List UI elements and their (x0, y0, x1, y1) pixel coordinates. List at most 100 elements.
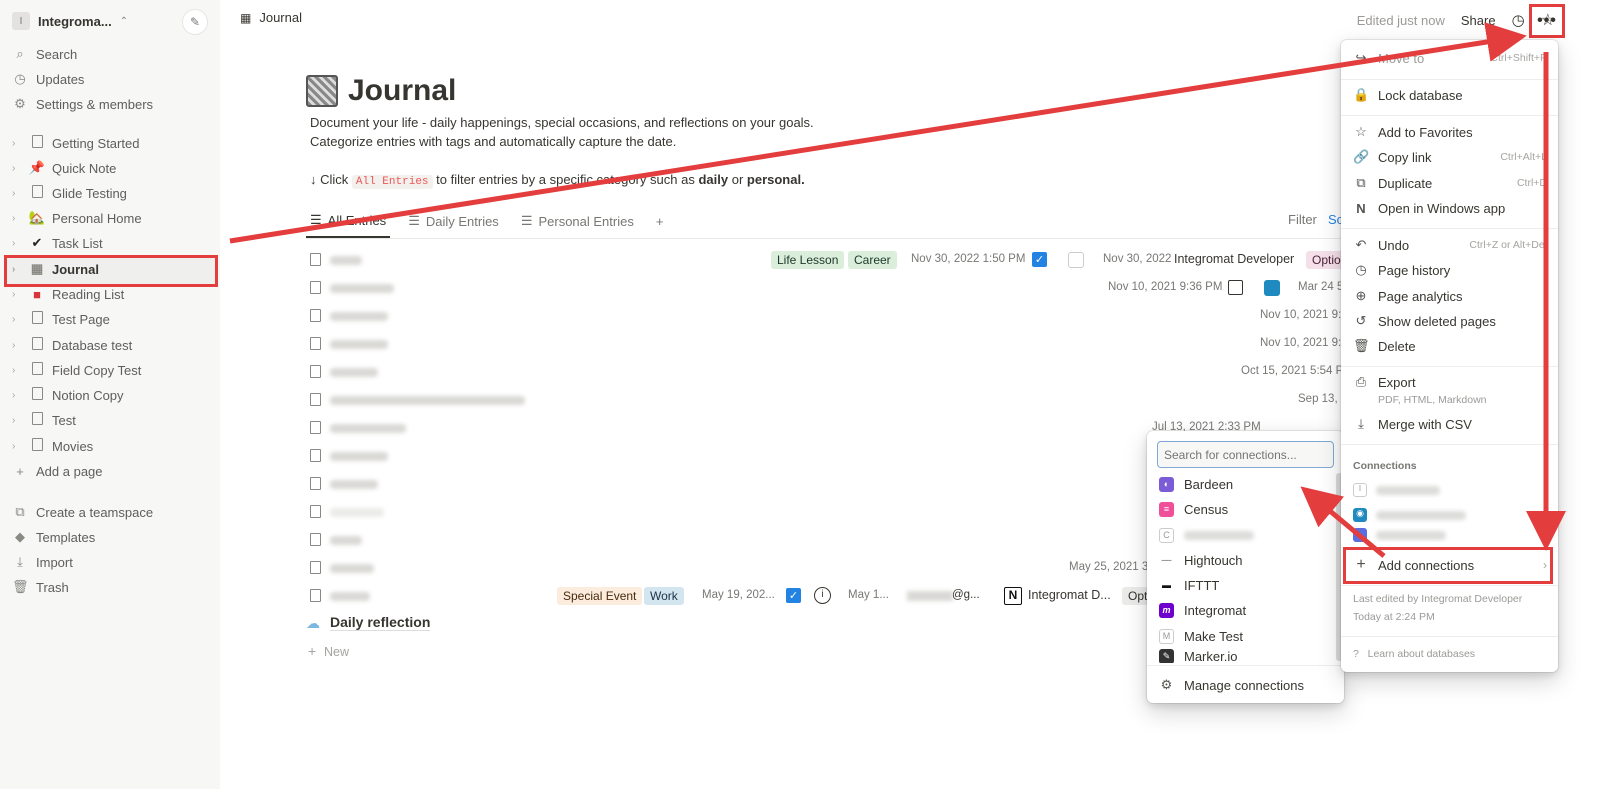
menu-item-undo[interactable]: ↶ Undo Ctrl+Z or Alt+Del (1353, 233, 1553, 257)
connections-search-input[interactable] (1157, 441, 1334, 468)
manage-connections-button[interactable]: ⚙ Manage connections (1159, 673, 1304, 697)
add-connections-highlight-box (1343, 547, 1553, 584)
sidebar-trash[interactable]: 🗑 Trash (12, 575, 69, 599)
tab-daily-entries[interactable]: ☰ Daily Entries (404, 208, 503, 238)
created-time: May 19, 202... (702, 589, 775, 601)
table-row[interactable]: Life Lesson Career Nov 30, 2022 1:50 PM … (306, 247, 1347, 273)
sidebar-item-reading-list[interactable]: › ■ Reading List (12, 282, 124, 306)
table-row[interactable]: Nov 10, 2021 9:3 (306, 303, 1348, 329)
chevron-right-icon[interactable]: › (12, 238, 22, 249)
tab-all-entries[interactable]: ☰ All Entries (306, 208, 391, 238)
chevron-right-icon[interactable]: › (12, 163, 22, 174)
menu-item-page-analytics[interactable]: ⊕ Page analytics › (1353, 284, 1553, 308)
arrow-icon: ↪ (1355, 50, 1367, 65)
chevron-right-icon[interactable]: › (12, 138, 22, 149)
chevron-right-icon[interactable]: › (12, 340, 22, 351)
new-page-button[interactable]: ✎ (182, 9, 208, 35)
checkbox[interactable]: ✓ (786, 588, 801, 603)
connection-existing-1[interactable]: I › (1353, 478, 1553, 502)
share-button[interactable]: Share (1461, 13, 1496, 28)
menu-label: Show deleted pages (1378, 313, 1496, 329)
table-row[interactable]: Nov 10, 2021 9:3 (306, 331, 1348, 357)
chevron-right-icon[interactable]: › (12, 415, 22, 426)
sidebar-item-task-list[interactable]: › ✔ Task List (12, 231, 103, 255)
table-row[interactable]: Sep 13, 2 (306, 387, 1347, 413)
connection-item-blurred[interactable]: C (1159, 523, 1254, 547)
menu-item-lock-database[interactable]: 🔒 Lock database (1353, 83, 1553, 107)
menu-item-delete[interactable]: 🗑 Delete (1353, 334, 1553, 358)
chevron-right-icon[interactable]: › (12, 289, 22, 300)
menu-item-copy-link[interactable]: 🔗 Copy link Ctrl+Alt+L (1353, 145, 1553, 169)
menu-label: Add to Favorites (1378, 124, 1473, 140)
menu-item-page-history[interactable]: ◷ Page history (1353, 258, 1553, 282)
filter-button[interactable]: Filter (1288, 212, 1317, 227)
chevron-right-icon[interactable]: › (12, 188, 22, 199)
journal-icon: ▦ (30, 261, 44, 276)
connection-item-integromat[interactable]: m Integromat (1159, 598, 1246, 622)
connection-item-bardeen[interactable]: ◐ Bardeen (1159, 472, 1233, 496)
menu-item-merge-csv[interactable]: ⤓ Merge with CSV (1353, 412, 1553, 436)
sidebar-item-personal-home[interactable]: › 🏡 Personal Home (12, 206, 142, 230)
chevron-right-icon[interactable]: › (12, 441, 22, 452)
more-options-button[interactable]: ••• (1529, 4, 1565, 38)
menu-item-export[interactable]: ⎙ Export (1353, 370, 1553, 394)
bardeen-icon: ◐ (1159, 476, 1174, 492)
divider (306, 238, 1356, 239)
blurred-title (330, 396, 525, 405)
connection-item-ifttt[interactable]: ▬ IFTTT (1159, 573, 1219, 597)
sidebar-item-quick-note[interactable]: › 📌 Quick Note (12, 156, 116, 180)
sidebar-create-teamspace[interactable]: ⧉ Create a teamspace (12, 500, 153, 524)
sidebar-item-database-test[interactable]: › Database test (12, 333, 132, 357)
menu-item-show-deleted-pages[interactable]: ↺ Show deleted pages (1353, 309, 1553, 333)
sidebar-item-journal[interactable]: › ▦ Journal (12, 257, 99, 281)
table-row[interactable]: Nov 10, 2021 9:36 PM Mar 24 5 (306, 275, 1346, 301)
menu-item-add-to-favorites[interactable]: ☆ Add to Favorites (1353, 120, 1553, 144)
sidebar-templates[interactable]: ◆ Templates (12, 525, 95, 549)
sidebar-item-label: Getting Started (52, 135, 140, 151)
checkmark-icon: ✔ (31, 235, 43, 250)
page-icon (310, 281, 321, 294)
menu-item-move-to[interactable]: ↪ Move to Ctrl+Shift+P (1353, 46, 1553, 70)
sidebar-item-test-page[interactable]: › Test Page (12, 307, 110, 331)
sidebar-item-label: Search (36, 46, 78, 62)
chevron-right-icon[interactable]: › (12, 365, 22, 376)
connection-item-census[interactable]: ≡ Census (1159, 497, 1228, 521)
sidebar-item-notion-copy[interactable]: › Notion Copy (12, 383, 124, 407)
chevron-right-icon[interactable]: › (12, 213, 22, 224)
sidebar-item-test[interactable]: › Test (12, 408, 76, 432)
add-view-button[interactable]: + (652, 208, 668, 238)
breadcrumb[interactable]: ▦ Journal (240, 10, 302, 25)
sidebar-search[interactable]: ⌕ Search (12, 42, 77, 66)
journal-icon[interactable] (306, 75, 338, 107)
workspace-switcher[interactable]: I Integroma... ⌃ (12, 8, 128, 34)
sidebar-item-movies[interactable]: › Movies (12, 434, 93, 458)
sidebar-item-field-copy-test[interactable]: › Field Copy Test (12, 358, 141, 382)
sidebar-item-getting-started[interactable]: › Getting Started (12, 131, 139, 155)
tab-personal-entries[interactable]: ☰ Personal Entries (517, 208, 638, 238)
history-clock-icon[interactable]: ◷ (1512, 11, 1525, 29)
menu-item-open-windows-app[interactable]: N Open in Windows app (1353, 196, 1553, 220)
chevron-right-icon[interactable]: › (12, 314, 22, 325)
connection-existing-2[interactable]: ◉ › (1353, 503, 1553, 527)
sidebar-updates[interactable]: ◷ Updates (12, 67, 84, 91)
sidebar-import[interactable]: ⤓ Import (12, 550, 73, 574)
checkbox[interactable] (1228, 280, 1243, 295)
chevron-right-icon[interactable]: › (12, 390, 22, 401)
connection-existing-3[interactable] (1353, 528, 1553, 542)
add-page-button[interactable]: + Add a page (12, 459, 102, 483)
table-row[interactable]: Oct 15, 2021 5:54 PM (306, 359, 1353, 385)
created-time: Nov 30, 2022 1:50 PM (911, 253, 1026, 265)
sidebar-settings[interactable]: ⚙ Settings & members (12, 92, 153, 116)
blurred-connection-name (1184, 530, 1254, 540)
sidebar-item-glide-testing[interactable]: › Glide Testing (12, 181, 127, 205)
duplicate-icon: ⧉ (1356, 175, 1366, 190)
connection-item-marker-io[interactable]: ✎ Marker.io (1159, 649, 1237, 663)
connection-item-make-test[interactable]: M Make Test (1159, 624, 1243, 648)
chevron-right-icon[interactable]: › (12, 264, 22, 275)
learn-about-databases-link[interactable]: ? Learn about databases (1353, 648, 1475, 660)
tag: Career (848, 251, 897, 269)
checkbox[interactable]: ✓ (1032, 252, 1047, 267)
menu-item-duplicate[interactable]: ⧉ Duplicate Ctrl+D (1353, 171, 1553, 195)
page-title-text[interactable]: Journal (348, 74, 456, 108)
connection-item-hightouch[interactable]: — Hightouch (1159, 548, 1243, 572)
